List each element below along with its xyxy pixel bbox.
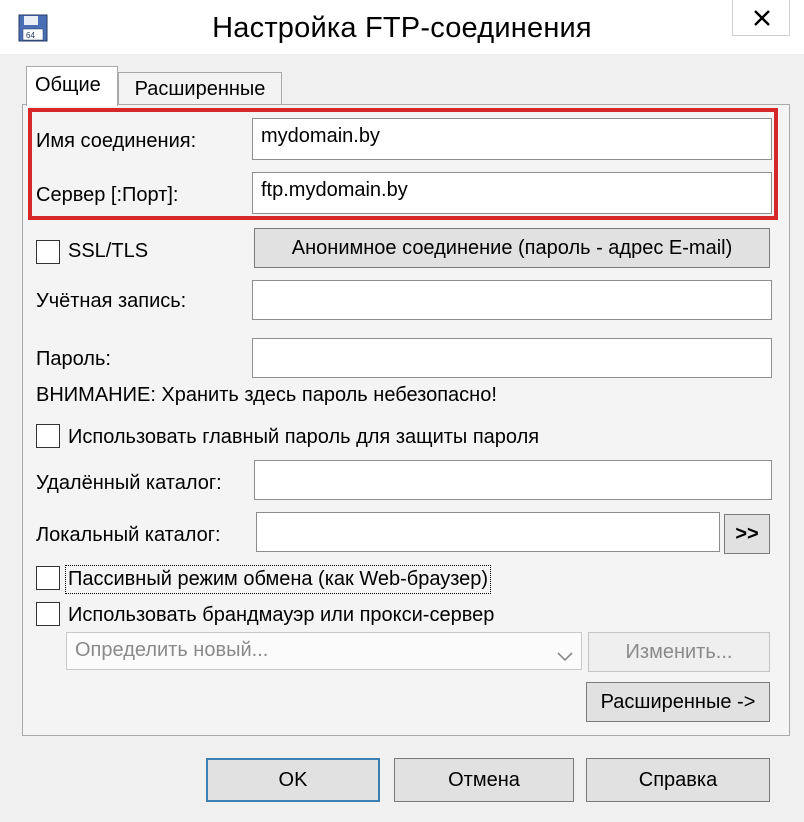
tab-advanced[interactable]: Расширенные [118,72,282,104]
account-label: Учётная запись: [36,290,187,312]
ssl-label: SSL/TLS [68,240,149,262]
password-label: Пароль: [36,348,111,370]
firewall-checkbox[interactable] [36,602,60,626]
password-warning: ВНИМАНИЕ: Хранить здесь пароль небезопас… [36,384,497,406]
ssl-checkbox[interactable] [36,240,60,264]
advanced-button[interactable]: Расширенные -> [586,682,770,722]
close-icon [754,10,770,26]
edit-proxy-button[interactable]: Изменить... [588,632,770,672]
cancel-button[interactable]: Отмена [394,758,574,802]
local-dir-label: Локальный каталог: [36,524,221,546]
proxy-select[interactable]: Определить новый... [66,632,582,670]
tab-general[interactable]: Общие [26,66,118,106]
close-button[interactable] [732,0,790,36]
help-button[interactable]: Справка [586,758,770,802]
tab-advanced-label: Расширенные [134,78,266,100]
remote-dir-label: Удалённый каталог: [36,472,222,494]
master-password-checkbox[interactable] [36,424,60,448]
tab-general-label: Общие [35,74,101,96]
ftp-settings-dialog: 64 Настройка FTP-соединения Общие Расшир… [0,0,804,822]
passive-mode-checkbox[interactable] [36,566,60,590]
firewall-label: Использовать брандмауэр или прокси-серве… [68,604,495,626]
proxy-select-value: Определить новый... [75,639,269,661]
password-input[interactable] [252,338,772,378]
window-title: Настройка FTP-соединения [212,12,592,44]
ok-button[interactable]: OK [206,758,380,802]
browse-button[interactable]: >> [724,514,770,554]
local-dir-input[interactable] [256,512,720,552]
account-input[interactable] [252,280,772,320]
chevron-down-icon [557,645,573,668]
anonymous-connection-button[interactable]: Анонимное соединение (пароль - адрес E-m… [254,228,770,268]
highlight-box [28,108,778,220]
master-password-label: Использовать главный пароль для защиты п… [68,426,540,448]
passive-mode-label: Пассивный режим обмена (как Web-браузер) [64,565,492,594]
remote-dir-input[interactable] [254,460,772,500]
title-bar: 64 Настройка FTP-соединения [0,0,804,54]
